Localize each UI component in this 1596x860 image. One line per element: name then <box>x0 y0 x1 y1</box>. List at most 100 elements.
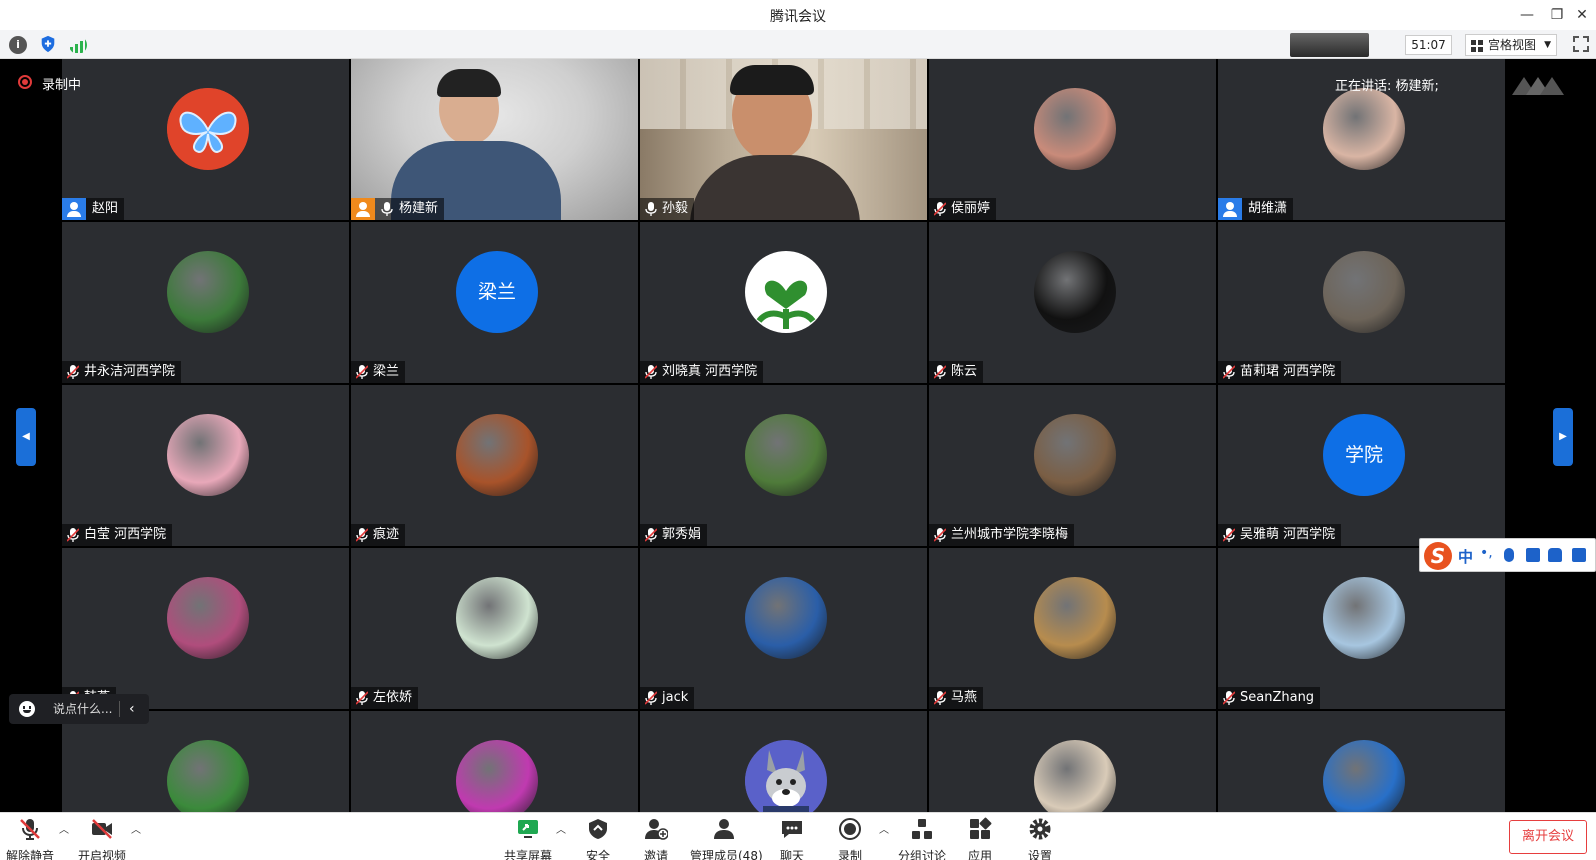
participant-name: 痕迹 <box>373 527 400 542</box>
voice-input-icon[interactable] <box>1504 548 1514 562</box>
photo-avatar <box>167 251 249 333</box>
punctuation-icon[interactable]: •, <box>1480 546 1493 562</box>
members-icon <box>714 819 734 839</box>
apps-button[interactable]: 应用 <box>962 815 998 860</box>
participant-name: 马燕 <box>951 690 978 705</box>
bear-avatar <box>456 414 538 496</box>
participant-tile[interactable]: 赵阳 <box>62 59 349 220</box>
chat-button[interactable]: 聊天 <box>774 815 810 860</box>
painting-avatar <box>1034 577 1116 659</box>
participant-tile[interactable]: 侯丽婷 <box>929 59 1216 220</box>
security-button[interactable]: 安全 <box>580 815 616 860</box>
mic-muted-icon <box>934 691 946 705</box>
next-page-button[interactable]: ▶ <box>1553 408 1573 466</box>
share-screen-button[interactable]: 共享屏幕 <box>504 815 552 860</box>
mic-muted-icon <box>1223 691 1235 705</box>
info-icon[interactable]: i <box>9 36 27 54</box>
participant-nameplate: 痕迹 <box>351 524 406 546</box>
participant-nameplate: 白莹 河西学院 <box>62 524 173 546</box>
mic-muted-icon <box>356 691 368 705</box>
participant-tile[interactable]: 兰州城市学院李晓梅 <box>929 385 1216 546</box>
add-user-icon <box>645 819 669 840</box>
shield-icon[interactable] <box>39 35 57 53</box>
share-screen-icon <box>518 820 538 838</box>
record-button[interactable]: 录制 <box>832 815 868 860</box>
video-stage: 赵阳 杨建新孙毅 侯丽婷胡维潇井永洁河西学院 梁兰 梁兰刘晓真 河西学院 陈云 苗莉珺 河西… <box>0 59 1596 860</box>
participant-tile[interactable]: 苗莉珺 河西学院 <box>1218 222 1505 383</box>
record-options-caret[interactable]: ︿ <box>879 821 889 836</box>
participant-name: 孙毅 <box>662 201 689 216</box>
participant-tile[interactable]: 陈云 <box>929 222 1216 383</box>
participant-tile[interactable]: 刘晓真 河西学院 <box>640 222 927 383</box>
view-mode-dropdown[interactable]: 宫格视图 ▼ <box>1465 34 1557 56</box>
mic-muted-icon <box>356 365 368 379</box>
speaker-preview[interactable] <box>1290 33 1369 57</box>
mountain-avatar <box>1323 740 1405 822</box>
participant-tile[interactable]: 韩燕 <box>62 548 349 709</box>
emoji-icon[interactable] <box>19 701 35 717</box>
unmute-button[interactable]: 解除静音 <box>6 815 54 860</box>
participant-tile[interactable]: 白莹 河西学院 <box>62 385 349 546</box>
sketch-avatar <box>1034 740 1116 822</box>
participant-tile[interactable]: 马燕 <box>929 548 1216 709</box>
participant-name: 兰州城市学院李晓梅 <box>951 527 1069 542</box>
share-options-caret[interactable]: ︿ <box>556 821 566 836</box>
prev-page-button[interactable]: ◀ <box>16 408 36 466</box>
camera-feed <box>640 59 927 220</box>
participant-tile[interactable]: 左依娇 <box>351 548 638 709</box>
mic-muted-icon <box>67 365 79 379</box>
close-icon[interactable]: ✕ <box>1568 4 1596 26</box>
mic-muted-icon <box>645 691 657 705</box>
participant-grid: 赵阳 杨建新孙毅 侯丽婷胡维潇井永洁河西学院 梁兰 梁兰刘晓真 河西学院 陈云 苗莉珺 河西… <box>62 59 1531 860</box>
fullscreen-icon[interactable] <box>1573 36 1589 52</box>
participant-tile[interactable]: 郭秀娟 <box>640 385 927 546</box>
speaking-indicator: 正在讲话: 杨建新; <box>1335 79 1439 94</box>
participant-tile[interactable]: 杨建新 <box>351 59 638 220</box>
ime-mode[interactable]: 中 <box>1458 546 1473 567</box>
participant-nameplate: 苗莉珺 河西学院 <box>1218 361 1342 383</box>
mic-muted-icon <box>645 528 657 542</box>
participant-tile[interactable]: 孙毅 <box>640 59 927 220</box>
breakout-rooms-button[interactable]: 分组讨论 <box>896 815 948 860</box>
invite-button[interactable]: 邀请 <box>638 815 674 860</box>
minimize-icon[interactable]: — <box>1513 4 1541 26</box>
leave-meeting-button[interactable]: 离开会议 <box>1509 820 1587 854</box>
participant-tile[interactable]: SeanZhang <box>1218 548 1505 709</box>
ime-toolbar[interactable]: S 中 •, <box>1419 538 1596 572</box>
toolbox-icon[interactable] <box>1572 548 1586 562</box>
keyboard-icon[interactable] <box>1526 548 1540 562</box>
start-video-button[interactable]: 开启视频 <box>78 815 126 860</box>
participant-name: 胡维潇 <box>1248 201 1288 216</box>
participant-tile[interactable]: jack <box>640 548 927 709</box>
snow-avatar <box>1323 577 1405 659</box>
cohost-icon <box>351 198 375 220</box>
gear-icon <box>1029 818 1051 840</box>
skin-icon[interactable] <box>1548 548 1562 562</box>
cartoon-dog-avatar <box>745 740 827 822</box>
participant-tile[interactable]: 学院 吴雅萌 河西学院 <box>1218 385 1505 546</box>
participant-nameplate: 马燕 <box>929 687 984 709</box>
manage-members-button[interactable]: 管理成员(48) <box>690 815 763 860</box>
settings-button[interactable]: 设置 <box>1022 815 1058 860</box>
participant-name: SeanZhang <box>1240 690 1315 705</box>
signal-icon[interactable] <box>69 36 87 54</box>
participant-tile[interactable]: 井永洁河西学院 <box>62 222 349 383</box>
quick-chat-box[interactable]: 说点什么... ‹ <box>9 694 149 724</box>
chat-bubble-icon <box>782 821 802 838</box>
restore-icon[interactable]: ❐ <box>1543 4 1571 26</box>
mic-muted-icon <box>1223 365 1235 379</box>
chevron-left-icon[interactable]: ‹ <box>129 694 135 724</box>
group-photo-avatar <box>1034 414 1116 496</box>
audio-options-caret[interactable]: ︿ <box>59 821 69 836</box>
participant-name: 刘晓真 河西学院 <box>662 364 758 379</box>
host-icon <box>1218 198 1242 220</box>
video-options-caret[interactable]: ︿ <box>131 821 141 836</box>
participant-tile[interactable]: 痕迹 <box>351 385 638 546</box>
participant-nameplate: 左依娇 <box>351 687 419 709</box>
participant-tile[interactable]: 梁兰 梁兰 <box>351 222 638 383</box>
mic-muted-icon <box>934 202 946 216</box>
host-icon <box>62 198 86 220</box>
participant-nameplate: 兰州城市学院李晓梅 <box>929 524 1075 546</box>
apps-icon <box>970 817 992 839</box>
meeting-toolbar: 解除静音 ︿ 开启视频 ︿ 共享屏幕 ︿ 安全 邀请 管理成员(48) 聊天 录… <box>0 812 1596 860</box>
